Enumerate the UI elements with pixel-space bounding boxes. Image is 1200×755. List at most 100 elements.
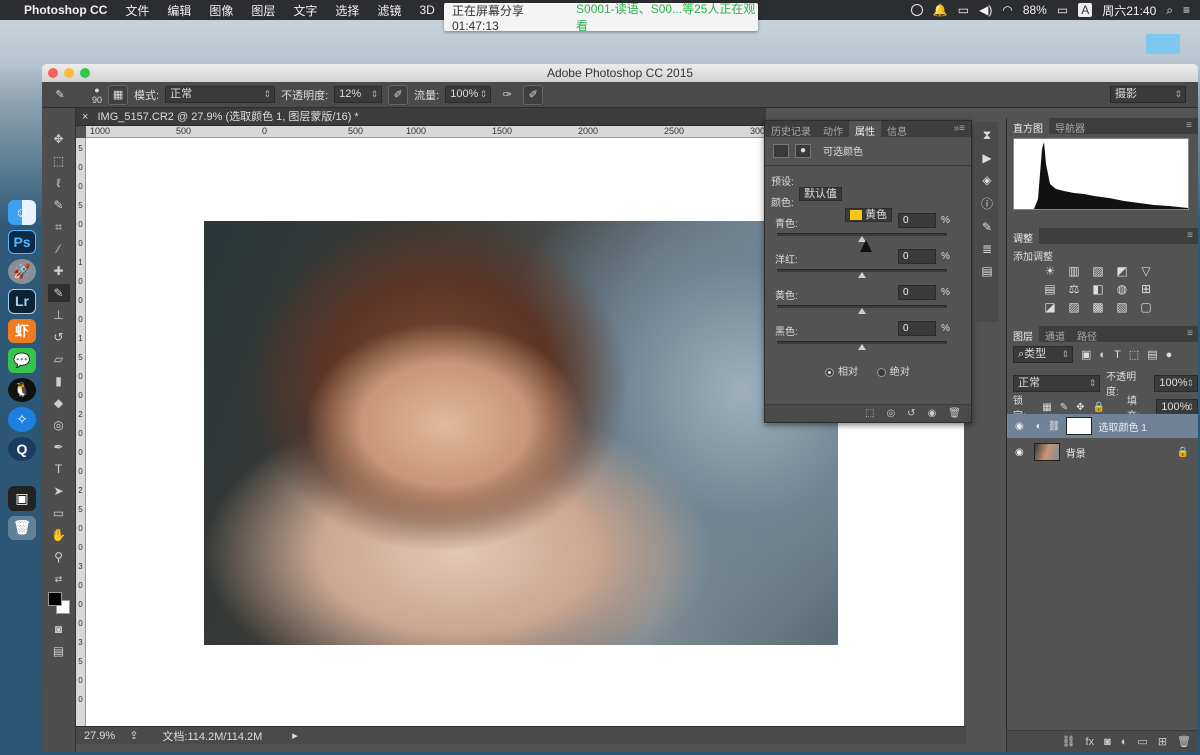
minimize-button[interactable]	[64, 68, 74, 78]
lock-transparent-icon[interactable]: ▦	[1042, 402, 1051, 413]
wifi-icon[interactable]: ◠	[1002, 3, 1012, 17]
brush-presets-icon[interactable]: ✎	[982, 220, 992, 234]
brush-tool-icon[interactable]: ✎	[47, 284, 70, 302]
brightness-icon[interactable]: ☀	[1041, 264, 1059, 278]
airbrush-icon[interactable]: ✑	[497, 85, 517, 105]
slider-value-input[interactable]: 0	[898, 285, 936, 300]
quicktime-icon[interactable]: Q	[8, 436, 36, 461]
lock-all-icon[interactable]: 🔒	[1093, 402, 1105, 413]
document-tab[interactable]: × IMG_5157.CR2 @ 27.9% (选取颜色 1, 图层蒙版/16)…	[76, 108, 766, 126]
battery-icon[interactable]: ▭	[1057, 3, 1068, 17]
slider-value-input[interactable]: 0	[898, 321, 936, 336]
status-menu-arrow-icon[interactable]: ▸	[292, 729, 298, 742]
channel-mixer-icon[interactable]: ⊞	[1137, 282, 1155, 296]
stamp-tool-icon[interactable]: ⊥	[48, 306, 70, 324]
clip-to-layer-icon[interactable]: ⬚	[865, 408, 874, 419]
search-icon[interactable]: ⌕	[1166, 3, 1173, 18]
filter-adjust-icon[interactable]: ◐	[1099, 349, 1106, 361]
slider-track[interactable]	[777, 269, 947, 278]
new-layer-icon[interactable]: ⊞	[1158, 735, 1167, 748]
qq-icon[interactable]: 🐧	[8, 377, 36, 402]
color-swatches[interactable]	[46, 592, 72, 616]
layer-mask-thumbnail[interactable]	[1066, 417, 1093, 435]
finder-icon[interactable]: ☺	[8, 200, 36, 225]
swap-colors-icon[interactable]: ⇄	[48, 570, 70, 588]
pen-tool-icon[interactable]: ✒	[48, 438, 70, 456]
vibrance-icon[interactable]: ▽	[1137, 264, 1155, 278]
app-menu[interactable]: Photoshop CC	[24, 3, 107, 17]
hand-tool-icon[interactable]: ✋	[48, 526, 70, 544]
dodge-tool-icon[interactable]: ◎	[48, 416, 70, 434]
brush-panel-icon[interactable]: ▦	[108, 84, 129, 105]
tab-channels[interactable]: 通道	[1039, 326, 1071, 343]
wechat-icon[interactable]: 💬	[8, 348, 36, 373]
curves-icon[interactable]: ▨	[1089, 264, 1107, 278]
path-select-tool-icon[interactable]: ➤	[48, 482, 70, 500]
tab-paths[interactable]: 路径	[1071, 326, 1103, 343]
actions-icon[interactable]: ▶	[982, 151, 991, 165]
properties-icon[interactable]: ◈	[982, 173, 991, 187]
exposure-icon[interactable]: ◩	[1113, 264, 1131, 278]
quick-select-tool-icon[interactable]: ✎	[48, 196, 70, 214]
black-white-icon[interactable]: ◧	[1089, 282, 1107, 296]
preset-select[interactable]: 默认值	[799, 187, 842, 201]
radio-absolute[interactable]	[876, 367, 886, 377]
tab-histogram[interactable]: 直方图	[1007, 118, 1049, 135]
filter-pixel-icon[interactable]: ▣	[1081, 348, 1091, 361]
foreground-color-swatch[interactable]	[47, 592, 62, 606]
shape-tool-icon[interactable]: ▭	[48, 504, 70, 522]
clock[interactable]: 周六21:40	[1102, 2, 1156, 19]
workspace-select[interactable]: 摄影	[1110, 86, 1186, 103]
safari-icon[interactable]: ✧	[8, 407, 36, 432]
posterize-icon[interactable]: ▨	[1065, 300, 1083, 314]
menu-filter[interactable]: 滤镜	[377, 2, 401, 19]
mask-icon[interactable]: ●	[795, 143, 811, 158]
opacity-input[interactable]: 12%	[334, 86, 383, 103]
layer-comps-icon[interactable]: ▤	[981, 264, 992, 278]
layer-visibility-icon[interactable]: ◉	[1015, 421, 1024, 432]
layer-row-background[interactable]: ◉ 背景 🔒	[1007, 440, 1198, 464]
photoshop-icon[interactable]: Ps	[8, 229, 36, 255]
panel-menu-icon[interactable]: »≡	[948, 121, 971, 137]
layer-thumbnail[interactable]	[1033, 443, 1060, 461]
xiami-icon[interactable]: 虾	[8, 318, 36, 343]
pressure-size-icon[interactable]: ✐	[523, 84, 544, 105]
zoom-tool-icon[interactable]: ⚲	[48, 548, 70, 566]
info-icon[interactable]: ⓘ	[981, 195, 993, 212]
pressure-opacity-icon[interactable]: ✐	[388, 84, 409, 105]
add-mask-icon[interactable]: ◙	[1104, 736, 1111, 748]
layer-name[interactable]: 背景	[1066, 445, 1086, 460]
panel-menu-icon[interactable]: ≡	[1181, 228, 1198, 244]
blur-tool-icon[interactable]: ◆	[48, 394, 70, 412]
slider-track[interactable]	[777, 305, 947, 314]
photo-filter-icon[interactable]: ◍	[1113, 282, 1131, 296]
eraser-tool-icon[interactable]: ▱	[48, 350, 70, 368]
filter-smart-icon[interactable]: ▤	[1147, 348, 1157, 361]
mode-select[interactable]: 正常	[165, 86, 276, 103]
layer-name[interactable]: 选取颜色 1	[1098, 419, 1146, 434]
healing-tool-icon[interactable]: ✚	[48, 262, 70, 280]
adjustment-icon[interactable]	[773, 143, 789, 158]
menu-select[interactable]: 选择	[335, 2, 359, 19]
tab-adjustments[interactable]: 调整	[1007, 228, 1039, 245]
crop-tool-icon[interactable]: ⌗	[48, 218, 70, 236]
tab-navigator[interactable]: 导航器	[1049, 118, 1091, 135]
hue-saturation-icon[interactable]: ▤	[1041, 282, 1059, 296]
delete-layer-icon[interactable]: 🗑	[1177, 735, 1191, 748]
layer-opacity-input[interactable]: 100%	[1154, 374, 1198, 392]
link-layers-icon[interactable]: ⛓	[1062, 735, 1076, 748]
menu-3d[interactable]: 3D	[419, 3, 434, 17]
history-icon[interactable]: ⧗	[983, 128, 991, 143]
menu-edit[interactable]: 编辑	[167, 2, 191, 19]
visibility-icon[interactable]: ◉	[928, 408, 937, 419]
filter-type-icon[interactable]: T	[1114, 349, 1121, 361]
reset-icon[interactable]: ↺	[907, 408, 915, 419]
new-adjustment-icon[interactable]: ◐	[1121, 736, 1128, 748]
gradient-tool-icon[interactable]: ▮	[48, 372, 70, 390]
volume-icon[interactable]: ◀)	[979, 3, 992, 17]
selective-color-icon[interactable]: ▢	[1137, 300, 1155, 314]
zoom-button[interactable]	[80, 68, 90, 78]
color-select[interactable]: 黄色	[845, 208, 893, 222]
slider-value-input[interactable]: 0	[898, 213, 936, 228]
lasso-tool-icon[interactable]: ℓ	[48, 174, 70, 192]
